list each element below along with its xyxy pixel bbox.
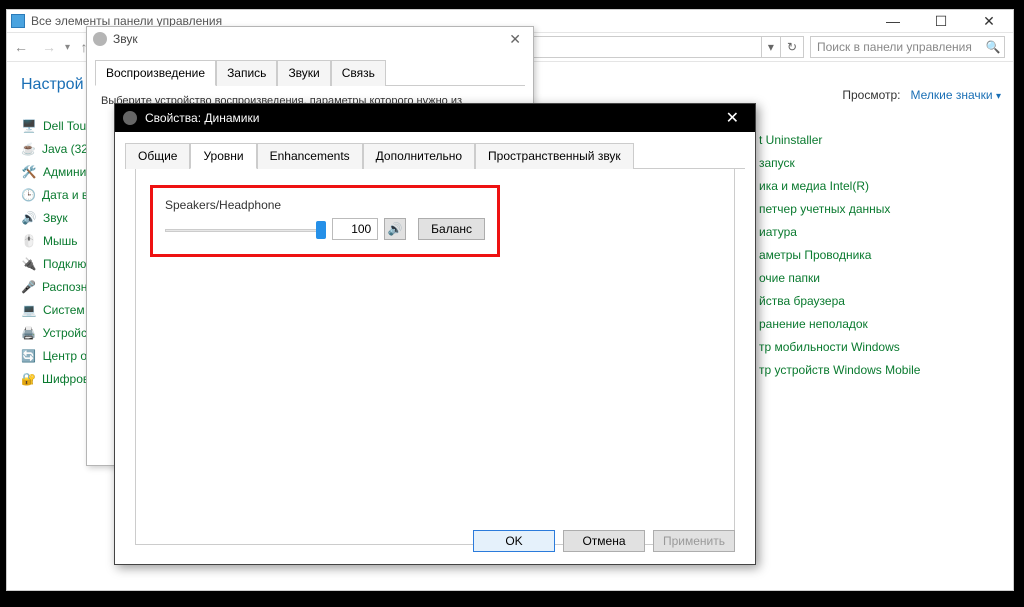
cp-item[interactable]: петчер учетных данных <box>759 197 1001 220</box>
encrypt-icon: 🔐 <box>21 371 36 387</box>
maximize-button[interactable]: ☐ <box>929 13 953 30</box>
control-panel-icon <box>11 14 25 28</box>
tab-levels[interactable]: Уровни <box>190 143 256 169</box>
tab-recording[interactable]: Запись <box>216 60 277 86</box>
properties-body: Speakers/Headphone 🔊 Баланс <box>135 169 735 545</box>
cp-item[interactable]: t Uninstaller <box>759 128 1001 151</box>
search-icon[interactable]: 🔍 <box>982 40 1004 54</box>
sound-icon: 🔊 <box>21 210 37 226</box>
search-placeholder: Поиск в панели управления <box>817 40 982 54</box>
properties-footer: OK Отмена Применить <box>473 530 735 552</box>
cp-item[interactable]: 🖱️Мышь <box>21 229 87 252</box>
properties-titlebar: Свойства: Динамики ✕ <box>115 104 755 132</box>
connect-icon: 🔌 <box>21 256 37 272</box>
view-value[interactable]: Мелкие значки <box>911 88 993 102</box>
speech-icon: 🎤 <box>21 279 36 295</box>
cp-item[interactable]: 🎤Распозн <box>21 275 87 298</box>
highlight-region: Speakers/Headphone 🔊 Баланс <box>150 185 500 257</box>
cp-heading: Настрой <box>21 76 87 94</box>
cp-item[interactable]: 🔊Звук <box>21 206 87 229</box>
sound-titlebar: Звук ✕ <box>87 27 533 51</box>
ok-button[interactable]: OK <box>473 530 555 552</box>
tab-advanced[interactable]: Дополнительно <box>363 143 475 169</box>
dell-icon: 🖥️ <box>21 118 37 134</box>
cp-item[interactable]: 🔄Центр о <box>21 344 87 367</box>
cp-item[interactable]: 🖥️Dell Tou <box>21 114 87 137</box>
java-icon: ☕ <box>21 141 36 157</box>
sync-icon: 🔄 <box>21 348 37 364</box>
speaker-on-icon: 🔊 <box>388 222 403 236</box>
speaker-icon <box>93 32 107 46</box>
cancel-button[interactable]: Отмена <box>563 530 645 552</box>
cp-item[interactable]: тр мобильности Windows <box>759 335 1001 358</box>
back-button[interactable]: ← <box>7 39 35 55</box>
admin-icon: 🛠️ <box>21 164 37 180</box>
cp-item[interactable]: 🖨️Устройс <box>21 321 87 344</box>
volume-input[interactable] <box>332 218 378 240</box>
cp-item[interactable]: ранение неполадок <box>759 312 1001 335</box>
date-icon: 🕒 <box>21 187 36 203</box>
devices-icon: 🖨️ <box>21 325 37 341</box>
tab-communications[interactable]: Связь <box>331 60 386 86</box>
cp-item[interactable]: аметры Проводника <box>759 243 1001 266</box>
cp-item[interactable]: очие папки <box>759 266 1001 289</box>
volume-slider[interactable] <box>165 220 326 238</box>
tab-sounds[interactable]: Звуки <box>277 60 330 86</box>
sound-title: Звук <box>113 32 138 46</box>
cp-item[interactable]: 💻Систем <box>21 298 87 321</box>
minimize-button[interactable]: — <box>881 13 905 30</box>
speaker-icon <box>123 111 137 125</box>
tab-playback[interactable]: Воспроизведение <box>95 60 216 86</box>
apply-button[interactable]: Применить <box>653 530 735 552</box>
cp-item[interactable]: 🔌Подклю <box>21 252 87 275</box>
cp-item[interactable]: 🕒Дата и в <box>21 183 87 206</box>
chevron-down-icon: ▾ <box>996 91 1001 102</box>
cp-item[interactable]: ☕Java (32 <box>21 137 87 160</box>
properties-close-button[interactable]: ✕ <box>718 108 747 128</box>
cp-item[interactable]: 🛠️Админи <box>21 160 87 183</box>
sound-close-button[interactable]: ✕ <box>503 31 527 48</box>
slider-thumb[interactable] <box>316 221 326 239</box>
mute-button[interactable]: 🔊 <box>384 218 406 240</box>
properties-tabs: Общие Уровни Enhancements Дополнительно … <box>125 142 745 169</box>
properties-window: Свойства: Динамики ✕ Общие Уровни Enhanc… <box>114 103 756 565</box>
search-box[interactable]: Поиск в панели управления 🔍 <box>810 36 1005 58</box>
forward-button[interactable]: → <box>35 39 63 55</box>
sound-tabs: Воспроизведение Запись Звуки Связь <box>95 59 525 86</box>
refresh-button[interactable]: ↻ <box>780 37 803 57</box>
balance-button[interactable]: Баланс <box>418 218 485 240</box>
properties-title: Свойства: Динамики <box>145 111 259 125</box>
cp-item[interactable]: йства браузера <box>759 289 1001 312</box>
cp-item[interactable]: запуск <box>759 151 1001 174</box>
mouse-icon: 🖱️ <box>21 233 37 249</box>
cp-item[interactable]: 🔐Шифров <box>21 367 87 390</box>
system-icon: 💻 <box>21 302 37 318</box>
address-dropdown[interactable]: ▾ <box>761 37 780 57</box>
cp-item[interactable]: тр устройств Windows Mobile <box>759 358 1001 381</box>
close-button[interactable]: ✕ <box>977 13 1001 30</box>
view-selector[interactable]: Просмотр: Мелкие значки ▾ <box>759 88 1001 102</box>
cp-item[interactable]: ика и медиа Intel(R) <box>759 174 1001 197</box>
cp-item[interactable]: иатура <box>759 220 1001 243</box>
tab-general[interactable]: Общие <box>125 143 190 169</box>
tab-enhancements[interactable]: Enhancements <box>257 143 363 169</box>
tab-spatial[interactable]: Пространственный звук <box>475 143 634 169</box>
device-label: Speakers/Headphone <box>165 198 485 212</box>
